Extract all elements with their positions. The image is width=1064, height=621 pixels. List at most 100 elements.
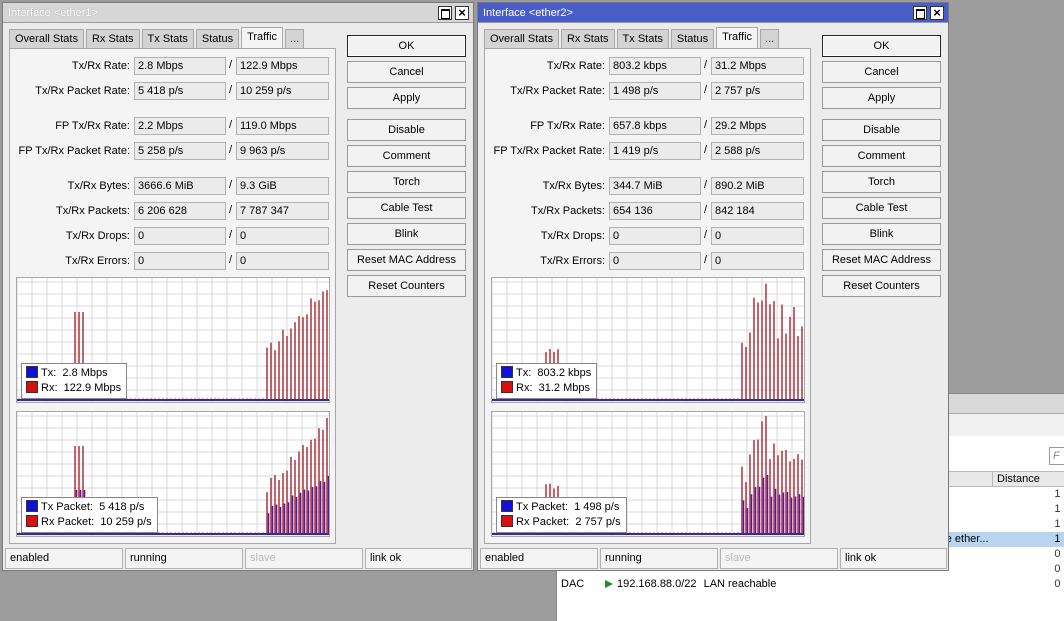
disable-button[interactable]: Disable xyxy=(822,119,941,141)
field-label: Tx/Rx Errors: xyxy=(65,255,130,267)
field-tx-rx-errors: Tx/Rx Errors: 0 / 0 xyxy=(10,252,337,270)
blink-button[interactable]: Blink xyxy=(822,223,941,245)
tab-bar: Overall Stats Rx Stats Tx Stats Status Traff… xyxy=(484,27,781,48)
close-icon[interactable]: × xyxy=(455,6,469,20)
torch-button[interactable]: Torch xyxy=(822,171,941,193)
route-type: DAC xyxy=(561,578,585,590)
field-rx-value[interactable]: 29.2 Mbps xyxy=(711,117,804,135)
row-distance: 1 xyxy=(1054,518,1061,530)
field-tx-value[interactable]: 2.8 Mbps xyxy=(134,57,226,75)
reset-counters-button[interactable]: Reset Counters xyxy=(822,275,941,297)
field-tx-value[interactable]: 1 419 p/s xyxy=(609,142,701,160)
cable-test-button[interactable]: Cable Test xyxy=(822,197,941,219)
field-tx-value[interactable]: 2.2 Mbps xyxy=(134,117,226,135)
status-slave: slave xyxy=(245,548,363,569)
comment-button[interactable]: Comment xyxy=(347,145,466,167)
legend-tx: Tx: 2.8 Mbps xyxy=(26,366,121,381)
maximize-icon[interactable] xyxy=(438,6,452,20)
column-header-distance[interactable]: Distance xyxy=(992,471,1064,487)
packet-graph: Tx Packet: 5 418 p/s Rx Packet: 10 259 p… xyxy=(16,411,330,537)
field-rx-value[interactable]: 890.2 MiB xyxy=(711,177,804,195)
field-separator: / xyxy=(229,59,233,71)
apply-button[interactable]: Apply xyxy=(822,87,941,109)
field-tx-rx-packet-rate: Tx/Rx Packet Rate: 1 498 p/s / 2 757 p/s xyxy=(485,82,812,100)
field-rx-value[interactable]: 9 963 p/s xyxy=(236,142,329,160)
field-tx-value[interactable]: 344.7 MiB xyxy=(609,177,701,195)
find-input[interactable]: F xyxy=(1049,447,1064,465)
tab-overall-stats[interactable]: Overall Stats xyxy=(9,29,84,48)
comment-button[interactable]: Comment xyxy=(822,145,941,167)
field-rx-value[interactable]: 0 xyxy=(236,252,329,270)
torch-button[interactable]: Torch xyxy=(347,171,466,193)
tx-swatch-icon xyxy=(501,500,513,512)
reset-mac-address-button[interactable]: Reset MAC Address xyxy=(347,249,466,271)
field-rx-value[interactable]: 2 757 p/s xyxy=(711,82,804,100)
tab-more[interactable]: ... xyxy=(285,29,305,48)
tab-tx-stats[interactable]: Tx Stats xyxy=(141,29,194,48)
ok-button[interactable]: OK xyxy=(822,35,941,57)
field-rx-value[interactable]: 842 184 xyxy=(711,202,804,220)
status-link: link ok xyxy=(365,548,472,569)
field-rx-value[interactable]: 7 787 347 xyxy=(236,202,329,220)
tab-overall-stats[interactable]: Overall Stats xyxy=(484,29,559,48)
packet-legend: Tx Packet: 5 418 p/s Rx Packet: 10 259 p… xyxy=(21,497,158,533)
reset-counters-button[interactable]: Reset Counters xyxy=(347,275,466,297)
maximize-icon[interactable] xyxy=(913,6,927,20)
field-tx-value[interactable]: 1 498 p/s xyxy=(609,82,701,100)
field-rx-value[interactable]: 2 588 p/s xyxy=(711,142,804,160)
field-tx-value[interactable]: 803.2 kbps xyxy=(609,57,701,75)
status-bar: enabled running slave link ok xyxy=(3,547,473,570)
tab-status[interactable]: Status xyxy=(670,29,715,48)
row-distance: 1 xyxy=(1054,488,1061,501)
field-tx-value[interactable]: 0 xyxy=(134,252,226,270)
tab-rx-stats[interactable]: Rx Stats xyxy=(560,29,615,48)
interface-window-1: Interface <ether1> × Overall Stats Rx Sta… xyxy=(2,2,474,571)
tab-rx-stats[interactable]: Rx Stats xyxy=(85,29,140,48)
interface-window-2: Interface <ether2> × Overall Stats Rx Sta… xyxy=(477,2,949,571)
field-rx-value[interactable]: 10 259 p/s xyxy=(236,82,329,100)
tab-traffic[interactable]: Traffic xyxy=(716,27,759,48)
tab-status[interactable]: Status xyxy=(195,29,240,48)
legend-rx: Rx: 122.9 Mbps xyxy=(26,381,121,396)
field-tx-value[interactable]: 0 xyxy=(609,252,701,270)
field-tx-value[interactable]: 5 418 p/s xyxy=(134,82,226,100)
traffic-panel: Tx/Rx Rate: 2.8 Mbps / 122.9 Mbps Tx/Rx … xyxy=(9,48,336,544)
field-rx-value[interactable]: 9.3 GiB xyxy=(236,177,329,195)
blink-button[interactable]: Blink xyxy=(347,223,466,245)
field-rx-value[interactable]: 119.0 Mbps xyxy=(236,117,329,135)
ok-button[interactable]: OK xyxy=(347,35,466,57)
field-rx-value[interactable]: 0 xyxy=(711,227,804,245)
field-tx-value[interactable]: 3666.6 MiB xyxy=(134,177,226,195)
table-row[interactable]: DAC 192.168.88.0/22 LAN reachable 0 xyxy=(557,577,1064,592)
field-rx-value[interactable]: 0 xyxy=(236,227,329,245)
tab-traffic[interactable]: Traffic xyxy=(241,27,284,48)
field-separator: / xyxy=(704,84,708,96)
disable-button[interactable]: Disable xyxy=(347,119,466,141)
field-tx-value[interactable]: 0 xyxy=(609,227,701,245)
field-rx-value[interactable]: 31.2 Mbps xyxy=(711,57,804,75)
field-tx-value[interactable]: 5 258 p/s xyxy=(134,142,226,160)
field-tx-value[interactable]: 0 xyxy=(134,227,226,245)
tab-tx-stats[interactable]: Tx Stats xyxy=(616,29,669,48)
apply-button[interactable]: Apply xyxy=(347,87,466,109)
field-tx-value[interactable]: 657.8 kbps xyxy=(609,117,701,135)
cable-test-button[interactable]: Cable Test xyxy=(347,197,466,219)
field-separator: / xyxy=(229,144,233,156)
window-titlebar[interactable]: Interface <ether1> × xyxy=(3,3,473,23)
cancel-button[interactable]: Cancel xyxy=(347,61,466,83)
status-bar: enabled running slave link ok xyxy=(478,547,948,570)
field-tx-value[interactable]: 6 206 628 xyxy=(134,202,226,220)
tab-more[interactable]: ... xyxy=(760,29,780,48)
field-tx-value[interactable]: 654 136 xyxy=(609,202,701,220)
field-label: FP Tx/Rx Packet Rate: xyxy=(493,145,605,157)
reset-mac-address-button[interactable]: Reset MAC Address xyxy=(822,249,941,271)
cancel-button[interactable]: Cancel xyxy=(822,61,941,83)
legend-rx: Rx: 31.2 Mbps xyxy=(501,381,591,396)
field-rx-value[interactable]: 0 xyxy=(711,252,804,270)
field-tx-rx-errors: Tx/Rx Errors: 0 / 0 xyxy=(485,252,812,270)
field-tx-rx-bytes: Tx/Rx Bytes: 344.7 MiB / 890.2 MiB xyxy=(485,177,812,195)
field-tx-rx-rate: Tx/Rx Rate: 2.8 Mbps / 122.9 Mbps xyxy=(10,57,337,75)
close-icon[interactable]: × xyxy=(930,6,944,20)
window-titlebar[interactable]: Interface <ether2> × xyxy=(478,3,948,23)
field-rx-value[interactable]: 122.9 Mbps xyxy=(236,57,329,75)
